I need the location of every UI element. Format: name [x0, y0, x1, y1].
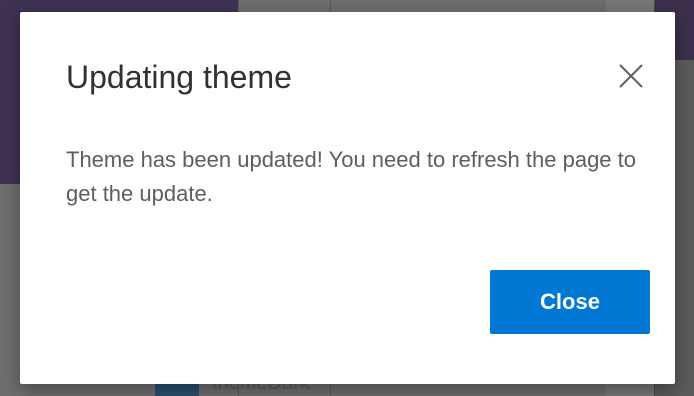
close-icon[interactable] [616, 61, 646, 91]
dialog-message: Theme has been updated! You need to refr… [66, 147, 637, 206]
close-button[interactable]: Close [490, 270, 650, 334]
updating-theme-dialog: Updating theme Theme has been updated! Y… [20, 12, 675, 384]
dialog-title: Updating theme [66, 59, 292, 95]
